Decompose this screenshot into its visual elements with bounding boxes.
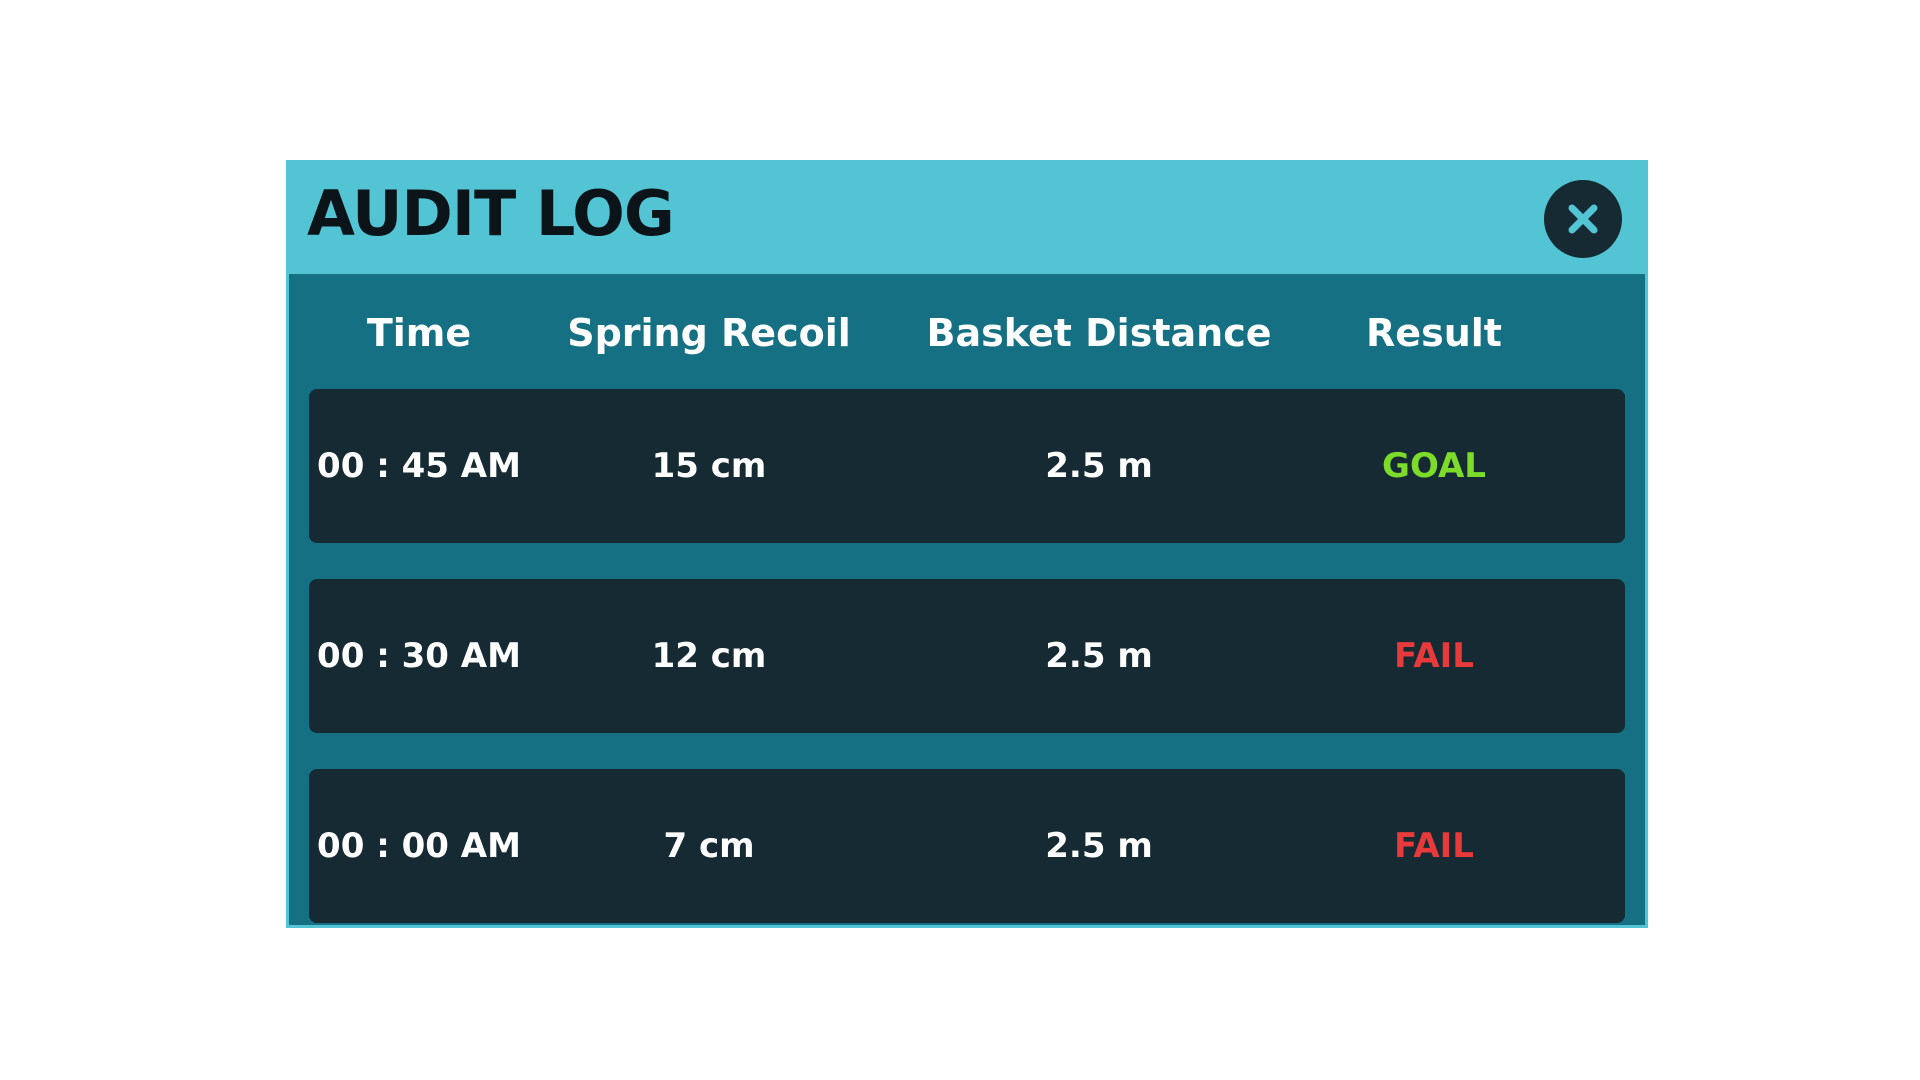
column-header-basket-distance: Basket Distance <box>926 311 1272 355</box>
spring-recoil-cell: 7 cm <box>663 826 755 866</box>
spring-recoil-cell: 15 cm <box>651 446 767 486</box>
time-cell: 00 : 30 AM <box>317 636 521 676</box>
dialog-title: AUDIT LOG <box>307 177 675 250</box>
result-cell: FAIL <box>1394 636 1474 676</box>
basket-distance-cell: 2.5 m <box>1045 446 1153 486</box>
time-cell: 00 : 00 AM <box>317 826 521 866</box>
table-row: 00 : 30 AM 12 cm 2.5 m FAIL <box>309 579 1625 733</box>
column-header-time: Time <box>366 311 472 355</box>
close-icon <box>1568 204 1598 234</box>
audit-log-dialog: AUDIT LOG Time Spring Recoil Basket Dist… <box>286 160 1648 928</box>
basket-distance-cell: 2.5 m <box>1045 636 1153 676</box>
spring-recoil-cell: 12 cm <box>651 636 767 676</box>
result-cell: GOAL <box>1382 446 1486 486</box>
close-button[interactable] <box>1544 180 1622 258</box>
dialog-header: AUDIT LOG <box>289 163 1645 274</box>
table-row: 00 : 00 AM 7 cm 2.5 m FAIL <box>309 769 1625 923</box>
column-header-result: Result <box>1366 311 1502 355</box>
time-cell: 00 : 45 AM <box>317 446 521 486</box>
basket-distance-cell: 2.5 m <box>1045 826 1153 866</box>
column-header-spring-recoil: Spring Recoil <box>567 311 851 355</box>
table-row: 00 : 45 AM 15 cm 2.5 m GOAL <box>309 389 1625 543</box>
result-cell: FAIL <box>1394 826 1474 866</box>
